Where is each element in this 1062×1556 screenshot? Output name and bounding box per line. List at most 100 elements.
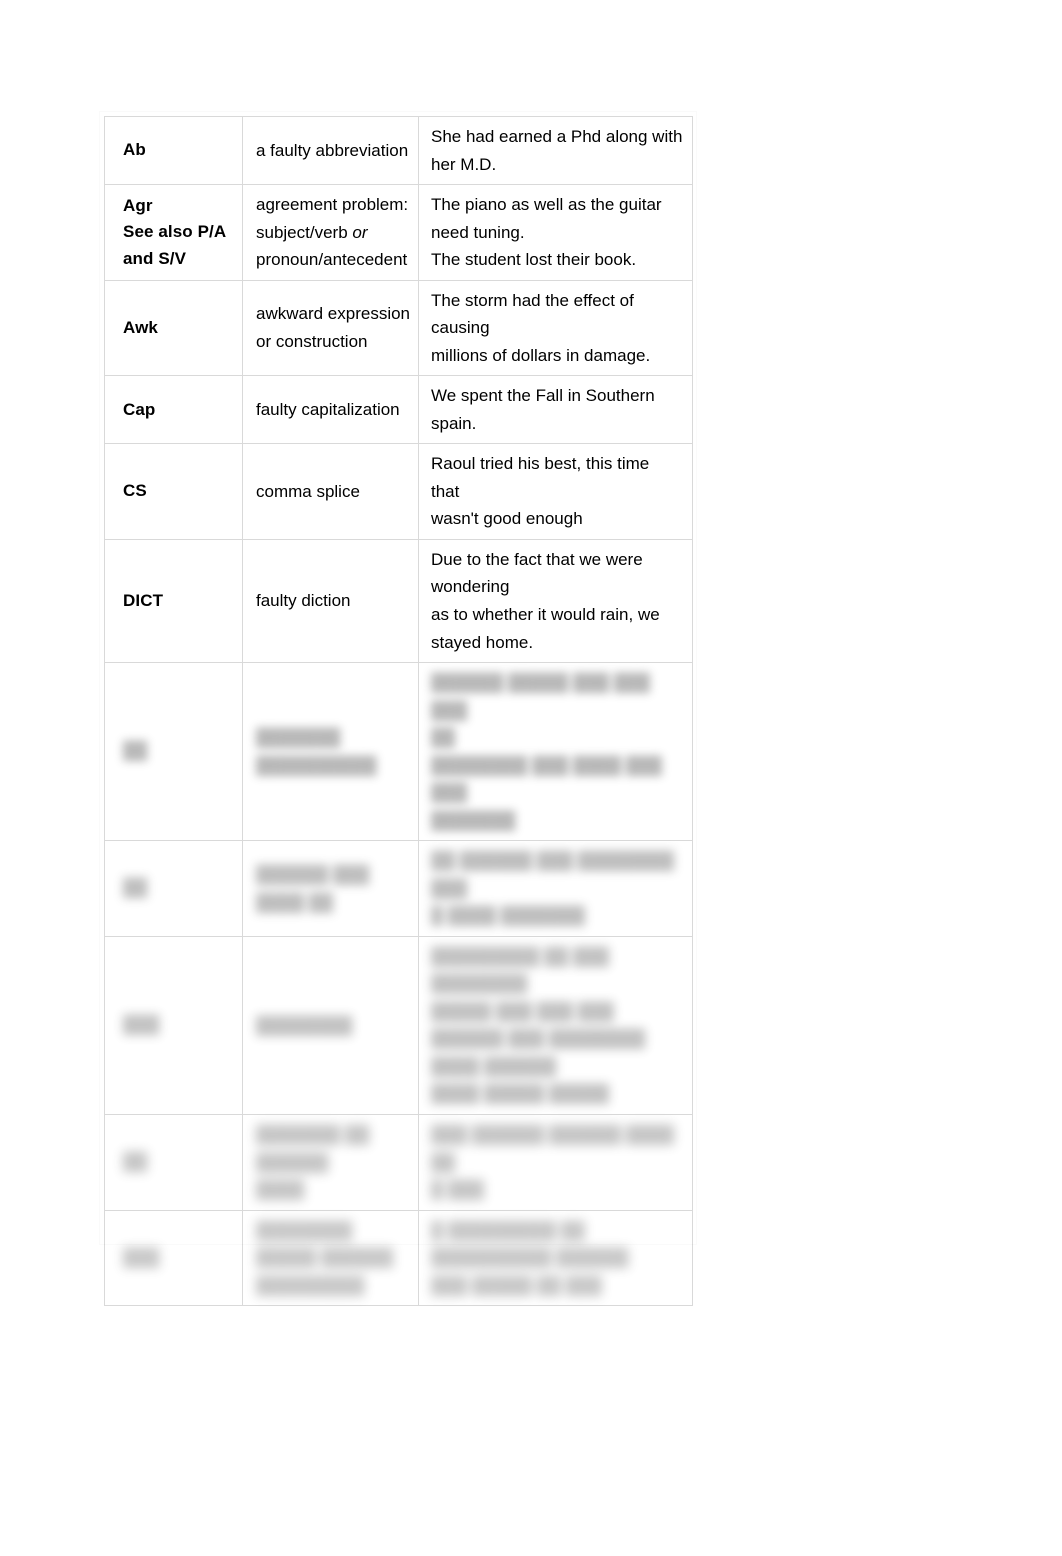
symbol-code-cell-line: See also P/A (123, 222, 227, 242)
symbol-meaning-cell-content: agreement problem: subject/verb or pronoun… (243, 185, 418, 280)
symbol-example-cell-line: Due to the fact that we were (431, 549, 643, 569)
symbol-example-cell-line: She had earned a Phd along with (431, 127, 683, 146)
italic-word: or (352, 222, 368, 242)
symbol-code-cell-line: ███ (123, 1247, 160, 1267)
table-container: Ab a faulty abbreviation She had earned a … (0, 0, 1062, 1556)
symbol-meaning-cell: agreement problem: subject/verb or pronoun… (242, 184, 419, 281)
symbol-example-cell: The storm had the effect of causing millio… (418, 279, 693, 377)
symbol-meaning-cell: comma splice (242, 443, 419, 540)
document-page: Ab a faulty abbreviation She had earned a … (0, 0, 1062, 1556)
symbol-example-cell-content: ███ ██████ ██████ ████ ██ █ ███ (419, 1115, 692, 1210)
symbol-meaning-cell-line: ███████ (256, 728, 341, 748)
symbol-code-cell-content: ██ (105, 1143, 242, 1181)
symbol-meaning-cell: ████████ (242, 935, 419, 1116)
symbol-meaning-cell-content: a faulty abbreviation (243, 131, 418, 171)
symbol-example-cell-line: need tuning. (431, 222, 525, 242)
symbol-code-cell-line: Cap (123, 399, 156, 419)
symbol-example-cell: ██████ █████ ███ ███ ███ ██ ████████ ███ █… (418, 662, 693, 842)
symbol-code-cell-content: ███ (105, 1239, 242, 1277)
symbol-example-cell: She had earned a Phd along with her M.D. (418, 115, 693, 186)
symbol-meaning-cell-line: ██████████ (256, 755, 377, 775)
symbol-example-cell-line: ██████ ███ ████████ ████ ██████ (431, 1029, 646, 1076)
symbol-meaning-cell: faulty diction (242, 538, 419, 664)
table-row-redacted: ███ ████████ █████████ ██ ███ ████████ ████… (104, 935, 693, 1116)
symbol-code-cell-content: Cap (105, 391, 242, 429)
symbol-code-cell-content: ██ (105, 869, 242, 907)
symbol-example-cell-line: █████ ███ ███ ███ (431, 1001, 614, 1021)
symbol-example-cell-line: █ ███ (431, 1180, 484, 1200)
symbol-meaning-cell-line: awkward expression (256, 304, 411, 324)
symbol-code-cell-line: ███ (123, 1015, 160, 1035)
symbol-example-cell-content: ██ ██████ ███ ████████ ███ █ ████ ███████ (419, 841, 692, 936)
symbol-example-cell-line: ████ █████ █████ (431, 1084, 610, 1104)
symbol-example-cell-line: ███ ██████ ██████ ████ ██ (431, 1125, 675, 1172)
symbol-example-cell-line: ███ █████ ██ ███ (431, 1275, 602, 1295)
symbol-example-cell-line: █ █████████ ██ ██████████ ██████ (431, 1220, 629, 1268)
symbol-code-cell: Awk (104, 279, 243, 377)
symbol-meaning-cell-line: agreement problem: (256, 195, 409, 215)
symbol-example-cell-line: Raoul tried his best, this time (431, 454, 650, 474)
symbol-meaning-cell-line: comma splice (256, 481, 360, 501)
symbol-code-cell-line: ██ (123, 1152, 148, 1172)
symbol-meaning-cell-content: ████████ (243, 1006, 418, 1046)
table-row: Awk awkward expression or construction The … (104, 279, 693, 377)
symbol-code-cell-content: Ab (105, 131, 242, 169)
symbol-meaning-cell-line: or construction (256, 331, 368, 351)
table-row: Agr See also P/A and S/V agreement problem:… (104, 184, 693, 281)
symbol-code-cell: DICT (104, 538, 243, 664)
symbol-meaning-cell-line: ███████ ██ ██████ (256, 1125, 370, 1172)
symbol-code-cell-line: ██ (123, 878, 148, 898)
symbol-code-cell-content: CS (105, 472, 242, 510)
symbol-code-cell-content: ███ (105, 1006, 242, 1044)
symbol-meaning-cell-line: a faulty abbreviation (256, 140, 409, 160)
symbol-example-cell-line: wasn't good enough (431, 509, 583, 529)
symbol-example-cell-line: ██ (431, 728, 456, 748)
symbol-example-cell: █ █████████ ██ ██████████ ██████ ███ ████… (418, 1209, 693, 1307)
proofreading-symbols-table: Ab a faulty abbreviation She had earned a … (104, 115, 693, 1307)
symbol-example-cell-line: The student lost their book. (431, 250, 637, 270)
symbol-code-cell-line: ██ (123, 741, 148, 761)
symbol-meaning-cell-content: ███████ ██████████ (243, 718, 418, 785)
table-row-redacted: ██ ███████ ██ ██████ ████ ███ ██████ ██████… (104, 1114, 693, 1211)
symbol-meaning-cell-line: █████████ (256, 1275, 365, 1295)
symbol-code-cell: Cap (104, 375, 243, 445)
symbol-meaning-cell-line: ████████ █████ ██████ (256, 1220, 394, 1268)
symbol-code-cell: ██ (104, 840, 243, 937)
table-row: Ab a faulty abbreviation She had earned a … (104, 115, 693, 186)
symbol-code-cell: ███ (104, 1209, 243, 1307)
symbol-example-cell: ██ ██████ ███ ████████ ███ █ ████ ███████ (418, 840, 693, 937)
symbol-example-cell: Due to the fact that we were wondering as … (418, 538, 693, 664)
symbol-meaning-cell-line: subject/verb or (256, 222, 368, 242)
symbol-meaning-cell: a faulty abbreviation (242, 115, 419, 186)
symbol-code-cell-content: ██ (105, 732, 242, 770)
symbol-example-cell-content: Raoul tried his best, this time that wasn'… (419, 444, 692, 539)
symbol-meaning-cell: ██████ ███ ████ ██ (242, 840, 419, 937)
symbol-example-cell-line: ██ ██████ ███ ████████ ███ (431, 851, 675, 898)
symbol-meaning-cell-content: ████████ █████ ██████ █████████ (243, 1211, 418, 1306)
symbol-example-cell-line: The storm had the effect of (431, 290, 634, 310)
symbol-example-cell-line: as to whether it would rain, we (431, 604, 660, 624)
table-row: CS comma splice Raoul tried his best, this… (104, 443, 693, 540)
symbol-example-cell-line: spain. (431, 413, 477, 433)
symbol-example-cell-line: wondering (431, 577, 510, 597)
symbol-meaning-cell-line: faulty capitalization (256, 400, 400, 420)
symbol-example-cell-line: We spent the Fall in Southern (431, 386, 655, 406)
symbol-code-cell: CS (104, 443, 243, 540)
symbol-example-cell-content: We spent the Fall in Southern spain. (419, 376, 692, 443)
symbol-meaning-cell-content: faulty capitalization (243, 390, 418, 430)
symbol-example-cell: We spent the Fall in Southern spain. (418, 375, 693, 445)
symbol-meaning-cell-content: comma splice (243, 472, 418, 512)
symbol-example-cell-line: that (431, 481, 460, 501)
symbol-example-cell-line: causing (431, 318, 490, 338)
symbol-code-cell-line: Awk (123, 317, 158, 337)
symbol-code-cell: ██ (104, 662, 243, 842)
symbol-meaning-cell-content: awkward expression or construction (243, 294, 418, 361)
table-row: DICT faulty diction Due to the fact that w… (104, 538, 693, 664)
symbol-code-cell: ██ (104, 1114, 243, 1211)
symbol-example-cell-content: The storm had the effect of causing millio… (419, 281, 692, 376)
symbol-example-cell: The piano as well as the guitar need tuni… (418, 184, 693, 281)
symbol-code-cell-line: Agr (123, 195, 153, 215)
symbol-example-cell-line: The piano as well as the guitar (431, 195, 662, 215)
symbol-example-cell-line: her M.D. (431, 154, 497, 174)
symbol-code-cell: Ab (104, 115, 243, 186)
